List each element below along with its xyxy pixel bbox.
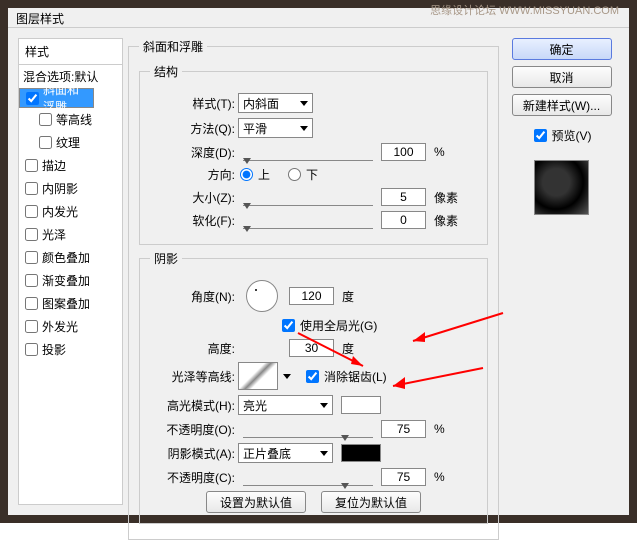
px-unit: 像素 xyxy=(434,189,458,206)
sidebar-item-satin[interactable]: 光泽 xyxy=(19,223,122,246)
pct-unit2: % xyxy=(434,422,445,436)
sidebar-item-innerglow[interactable]: 内发光 xyxy=(19,200,122,223)
reset-default-button[interactable]: 复位为默认值 xyxy=(321,491,421,513)
angle-input[interactable] xyxy=(289,287,334,305)
make-default-button[interactable]: 设置为默认值 xyxy=(206,491,306,513)
size-slider[interactable] xyxy=(243,188,373,206)
bevel-legend: 斜面和浮雕 xyxy=(139,38,207,55)
highlight-label: 高光模式(H): xyxy=(150,397,235,414)
sidebar-item-coloroverlay[interactable]: 颜色叠加 xyxy=(19,246,122,269)
chevron-down-icon xyxy=(320,403,328,408)
structure-fieldset: 结构 样式(T):内斜面 方法(Q):平滑 深度(D):% 方向:上下 大小(Z… xyxy=(139,63,488,245)
structure-legend: 结构 xyxy=(150,63,182,80)
shadow-opacity-slider[interactable] xyxy=(243,468,373,486)
highlight-color[interactable] xyxy=(341,396,381,414)
gloss-contour[interactable] xyxy=(238,362,278,390)
highlight-select[interactable]: 亮光 xyxy=(238,395,333,415)
sidebar-item-gradoverlay[interactable]: 渐变叠加 xyxy=(19,269,122,292)
altitude-input[interactable] xyxy=(289,339,334,357)
antialias-check[interactable] xyxy=(306,370,319,383)
dir-down-radio[interactable] xyxy=(288,168,301,181)
chevron-down-icon xyxy=(300,101,308,106)
gloss-label: 光泽等高线: xyxy=(150,368,235,385)
global-light-check[interactable] xyxy=(282,319,295,332)
shadowmode-label: 阴影模式(A): xyxy=(150,445,235,462)
chevron-down-icon xyxy=(320,451,328,456)
patoverlay-check[interactable] xyxy=(25,297,38,310)
altitude-label: 高度: xyxy=(150,340,235,357)
sidebar-item-dropshadow[interactable]: 投影 xyxy=(19,338,122,361)
opacity2-label: 不透明度(C): xyxy=(150,469,235,486)
soften-slider[interactable] xyxy=(243,211,373,229)
newstyle-button[interactable]: 新建样式(W)... xyxy=(512,94,612,116)
satin-check[interactable] xyxy=(25,228,38,241)
px-unit2: 像素 xyxy=(434,212,458,229)
outerglow-check[interactable] xyxy=(25,320,38,333)
size-input[interactable] xyxy=(381,188,426,206)
sidebar-item-stroke[interactable]: 描边 xyxy=(19,154,122,177)
chevron-down-icon[interactable] xyxy=(283,374,291,379)
coloroverlay-check[interactable] xyxy=(25,251,38,264)
dir-up-radio[interactable] xyxy=(240,168,253,181)
technique-label: 方法(Q): xyxy=(150,120,235,137)
hilite-opacity-slider[interactable] xyxy=(243,420,373,438)
opacity-label: 不透明度(O): xyxy=(150,421,235,438)
contour-check[interactable] xyxy=(39,113,52,126)
deg-unit2: 度 xyxy=(342,340,354,357)
gradoverlay-check[interactable] xyxy=(25,274,38,287)
pct-unit3: % xyxy=(434,470,445,484)
depth-slider[interactable] xyxy=(243,143,373,161)
sidebar-item-patoverlay[interactable]: 图案叠加 xyxy=(19,292,122,315)
chevron-down-icon xyxy=(300,126,308,131)
stroke-check[interactable] xyxy=(25,159,38,172)
angle-control[interactable] xyxy=(246,280,278,312)
innershadow-check[interactable] xyxy=(25,182,38,195)
deg-unit: 度 xyxy=(342,288,354,305)
style-select[interactable]: 内斜面 xyxy=(238,93,313,113)
shadowmode-select[interactable]: 正片叠底 xyxy=(238,443,333,463)
depth-label: 深度(D): xyxy=(150,144,235,161)
innerglow-check[interactable] xyxy=(25,205,38,218)
ok-button[interactable]: 确定 xyxy=(512,38,612,60)
style-label: 样式(T): xyxy=(150,95,235,112)
bevel-fieldset: 斜面和浮雕 结构 样式(T):内斜面 方法(Q):平滑 深度(D):% 方向:上… xyxy=(128,38,499,540)
sidebar-item-innershadow[interactable]: 内阴影 xyxy=(19,177,122,200)
shadow-fieldset: 阴影 角度(N):度 使用全局光(G) 高度:度 光泽等高线:消除锯齿(L) 高… xyxy=(139,250,488,524)
technique-select[interactable]: 平滑 xyxy=(238,118,313,138)
soften-input[interactable] xyxy=(381,211,426,229)
size-label: 大小(Z): xyxy=(150,189,235,206)
shadow-legend: 阴影 xyxy=(150,250,182,267)
shadow-color[interactable] xyxy=(341,444,381,462)
styles-sidebar: 样式 混合选项:默认 斜面和浮雕 等高线 纹理 描边 内阴影 内发光 光泽 颜色… xyxy=(18,38,123,505)
angle-label: 角度(N): xyxy=(150,288,235,305)
preview-check[interactable] xyxy=(534,129,547,142)
shadow-opacity-input[interactable] xyxy=(381,468,426,486)
hilite-opacity-input[interactable] xyxy=(381,420,426,438)
sidebar-head: 样式 xyxy=(19,39,122,65)
bevel-check[interactable] xyxy=(26,92,39,105)
soften-label: 软化(F): xyxy=(150,212,235,229)
watermark: 思缘设计论坛 WWW.MISSYUAN.COM xyxy=(430,2,619,18)
window-title: 图层样式 xyxy=(16,12,64,26)
preview-thumbnail xyxy=(534,160,589,215)
sidebar-item-outerglow[interactable]: 外发光 xyxy=(19,315,122,338)
direction-label: 方向: xyxy=(150,166,235,183)
sidebar-item-contour[interactable]: 等高线 xyxy=(19,108,122,131)
depth-input[interactable] xyxy=(381,143,426,161)
sidebar-item-texture[interactable]: 纹理 xyxy=(19,131,122,154)
sidebar-item-bevel[interactable]: 斜面和浮雕 xyxy=(19,88,94,108)
pct-unit: % xyxy=(434,145,445,159)
dropshadow-check[interactable] xyxy=(25,343,38,356)
texture-check[interactable] xyxy=(39,136,52,149)
cancel-button[interactable]: 取消 xyxy=(512,66,612,88)
